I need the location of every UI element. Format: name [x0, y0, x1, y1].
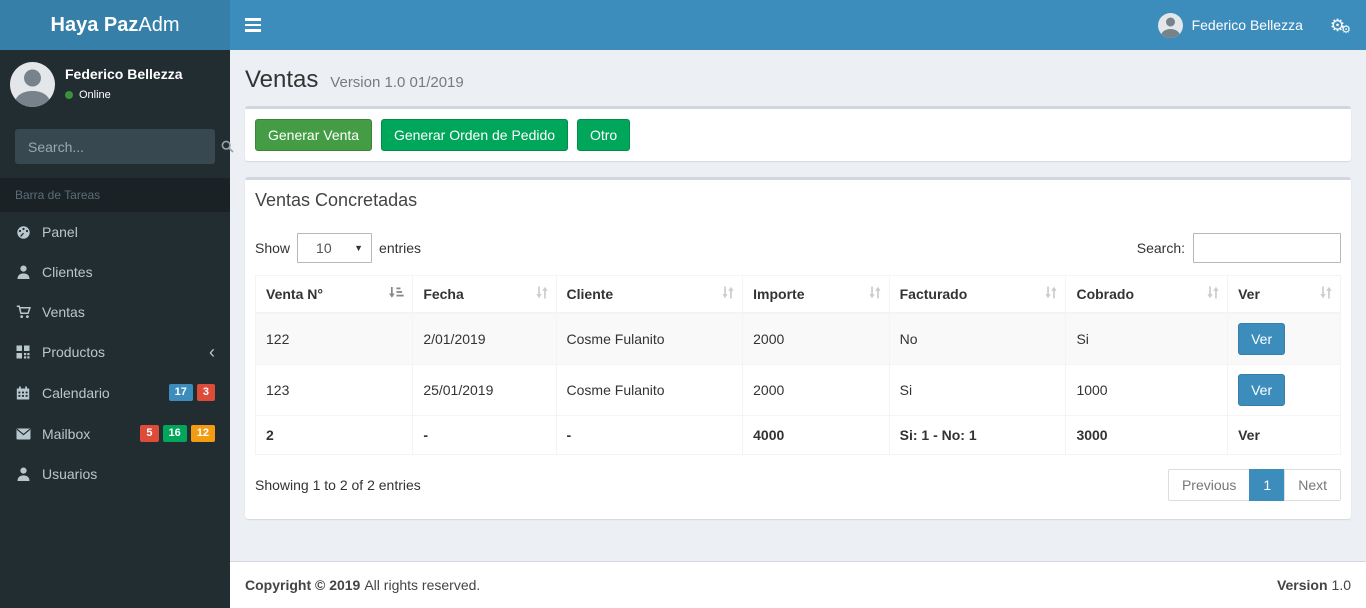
calendar-badge-danger: 3	[196, 384, 215, 402]
pagination-page-1[interactable]: 1	[1249, 468, 1286, 501]
search-icon	[221, 140, 234, 153]
navbar-right: Federico Bellezza ⚙ ⚙	[1146, 0, 1366, 50]
table-row: 123 25/01/2019 Cosme Fulanito 2000 Si 10…	[254, 363, 1341, 416]
ver-button[interactable]: Ver	[1238, 322, 1286, 355]
column-header-ver[interactable]: Ver	[1227, 275, 1341, 314]
copyright-text: Copyright © 2019 All rights reserved.	[245, 577, 481, 593]
calendar-icon	[15, 386, 31, 400]
mailbox-badge-danger: 5	[140, 425, 159, 443]
sidebar: Federico Bellezza Online Barra de Tareas…	[0, 50, 234, 608]
user-icon	[15, 467, 31, 482]
sidebar-user-panel: Federico Bellezza Online	[0, 50, 230, 117]
sidebar-user-name: Federico Bellezza	[65, 66, 183, 82]
sidebar-item-clientes[interactable]: Clientes	[0, 252, 230, 292]
column-header-venta[interactable]: Venta N°	[254, 275, 414, 314]
calendar-badge-primary: 17	[168, 384, 193, 402]
pagination-previous[interactable]: Previous	[1167, 468, 1251, 501]
sidebar-menu: Panel Clientes Ventas Productos ‹ Calend…	[0, 212, 230, 494]
table-header-row: Venta N° Fecha Cliente Importe Facturado	[254, 275, 1341, 314]
ventas-box: Ventas Concretadas Show 10 ▼ entries Sea…	[245, 177, 1351, 519]
navbar-user-name: Federico Bellezza	[1191, 17, 1303, 33]
generar-orden-button[interactable]: Generar Orden de Pedido	[380, 119, 569, 151]
user-icon	[15, 265, 31, 279]
page-length-control: Show 10 ▼ entries	[255, 233, 421, 263]
chevron-left-icon: ‹	[209, 342, 215, 362]
sidebar-item-mailbox[interactable]: Mailbox 5 16 12	[0, 413, 230, 454]
ver-button[interactable]: Ver	[1238, 373, 1286, 406]
app-logo[interactable]: Haya Paz Adm	[0, 0, 230, 50]
sort-desc-icon	[388, 286, 405, 303]
user-avatar	[1157, 12, 1183, 38]
sidebar-item-usuarios[interactable]: Usuarios	[0, 454, 230, 494]
dashboard-icon	[15, 225, 31, 240]
main-header: Haya Paz Adm Federico Bellezza ⚙ ⚙	[0, 0, 1366, 50]
sidebar-search	[15, 129, 234, 164]
sidebar-item-productos[interactable]: Productos ‹	[0, 332, 230, 372]
table-info: Showing 1 to 2 of 2 entries	[255, 476, 421, 493]
sort-both-icon	[1207, 286, 1219, 303]
pagination: Previous 1 Next	[1167, 468, 1341, 501]
actions-box: Generar Venta Generar Orden de Pedido Ot…	[245, 106, 1351, 161]
column-header-importe[interactable]: Importe	[742, 275, 890, 314]
online-dot-icon	[65, 91, 73, 99]
sort-both-icon	[1320, 286, 1332, 303]
pagination-next[interactable]: Next	[1284, 468, 1341, 501]
sort-both-icon	[869, 286, 881, 303]
table-search-control: Search:	[1137, 233, 1341, 263]
page-length-select[interactable]: 10 ▼	[297, 233, 373, 263]
qrcode-icon	[15, 345, 31, 359]
page-title: Ventas	[245, 66, 319, 93]
settings-menu[interactable]: ⚙ ⚙	[1315, 0, 1366, 50]
version-text: Version 1.0	[1276, 577, 1351, 593]
sidebar-user-avatar	[10, 62, 55, 107]
logo-text-light: Adm	[138, 13, 180, 36]
column-header-cobrado[interactable]: Cobrado	[1065, 275, 1229, 314]
sidebar-item-ventas[interactable]: Ventas	[0, 292, 230, 332]
datatable-footer: Showing 1 to 2 of 2 entries Previous 1 N…	[255, 468, 1341, 501]
sidebar-search-button[interactable]	[221, 130, 234, 163]
content-wrapper: Ventas Version 1.0 01/2019 Generar Venta…	[230, 50, 1366, 608]
sidebar-section-header: Barra de Tareas	[0, 178, 230, 212]
hamburger-icon	[244, 18, 261, 21]
ventas-table: Venta N° Fecha Cliente Importe Facturado	[254, 275, 1341, 455]
content-header: Ventas Version 1.0 01/2019	[230, 50, 1366, 106]
mailbox-badge-warning: 12	[190, 425, 215, 443]
sidebar-item-panel[interactable]: Panel	[0, 212, 230, 252]
column-header-facturado[interactable]: Facturado	[888, 275, 1067, 314]
logo-text-bold: Haya Paz	[50, 13, 139, 36]
page-subtitle: Version 1.0 01/2019	[330, 74, 464, 91]
otro-button[interactable]: Otro	[576, 119, 631, 151]
cart-icon	[15, 305, 31, 319]
top-navbar: Federico Bellezza ⚙ ⚙	[230, 0, 1366, 50]
caret-down-icon: ▼	[354, 243, 364, 253]
sort-both-icon	[535, 286, 548, 303]
datatable-controls: Show 10 ▼ entries Search:	[255, 233, 1341, 263]
sort-both-icon	[1045, 286, 1058, 303]
sidebar-search-input[interactable]	[16, 130, 221, 163]
search-label: Search:	[1136, 240, 1185, 256]
envelope-icon	[15, 428, 31, 440]
sort-both-icon	[722, 286, 734, 303]
user-menu[interactable]: Federico Bellezza	[1146, 0, 1315, 50]
table-search-input[interactable]	[1193, 233, 1341, 263]
user-status[interactable]: Online	[65, 89, 183, 101]
column-header-fecha[interactable]: Fecha	[412, 275, 557, 314]
mailbox-badge-success: 16	[162, 425, 187, 443]
generar-venta-button[interactable]: Generar Venta	[255, 119, 373, 151]
main-footer: Copyright © 2019 All rights reserved. Ver…	[230, 561, 1366, 608]
table-totals-row: 2 - - 4000 Si: 1 - No: 1 3000 Ver	[254, 414, 1341, 455]
sidebar-toggle-button[interactable]	[230, 0, 275, 50]
column-header-cliente[interactable]: Cliente	[555, 275, 744, 314]
table-row: 122 2/01/2019 Cosme Fulanito 2000 No Si …	[254, 312, 1341, 365]
sidebar-item-calendario[interactable]: Calendario 17 3	[0, 372, 230, 413]
box-title: Ventas Concretadas	[255, 190, 418, 210]
